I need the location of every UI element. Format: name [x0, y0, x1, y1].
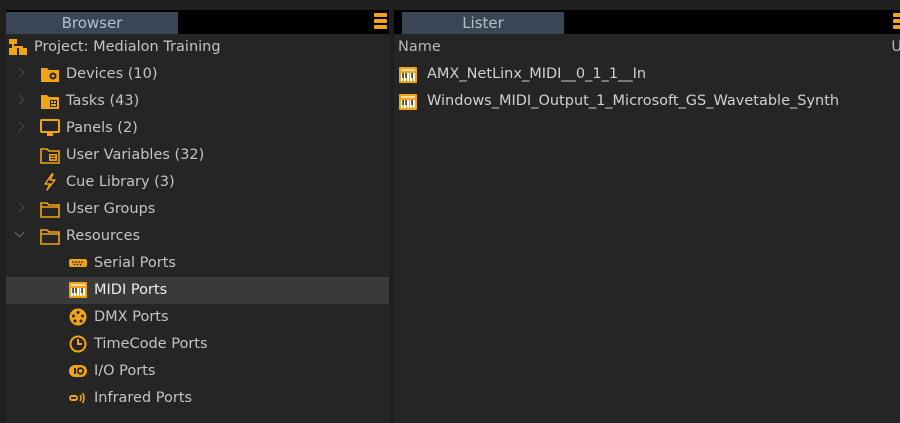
monitor-icon	[40, 119, 60, 137]
tree-item[interactable]: I/O Ports	[6, 358, 389, 385]
list-item-label: AMX_NetLinx_MIDI__0_1_1__In	[427, 66, 647, 82]
folder-icon	[40, 200, 60, 218]
tree-item-label: Tasks (43)	[66, 93, 140, 109]
list-item-label: Windows_MIDI_Output_1_Microsoft_GS_Wavet…	[427, 93, 840, 109]
tree-item[interactable]: TimeCode Ports	[6, 331, 389, 358]
chevron-right-icon[interactable]	[14, 67, 25, 78]
folder-icon	[40, 227, 60, 245]
list-item[interactable]: AMX_NetLinx_MIDI__0_1_1__In	[394, 61, 900, 88]
tree-item[interactable]: Resources	[6, 223, 389, 250]
variables-folder-icon	[40, 146, 60, 164]
lister-tab[interactable]: Lister	[402, 12, 564, 34]
browser-header: Browser	[6, 10, 389, 34]
column-header-name[interactable]: Name U	[394, 34, 900, 61]
browser-tab[interactable]: Browser	[6, 12, 178, 34]
tree-item[interactable]: Infrared Ports	[6, 385, 389, 412]
chevron-right-icon[interactable]	[14, 94, 25, 105]
tree-item[interactable]: DMX Ports	[6, 304, 389, 331]
tree-item[interactable]: User Groups	[6, 196, 389, 223]
tree-item-label: User Groups	[66, 201, 156, 217]
tree-item-label: Panels (2)	[66, 120, 138, 136]
midi-port-icon	[68, 281, 88, 299]
tree-item-label: Devices (10)	[66, 66, 158, 82]
column-name-label: Name	[398, 39, 441, 55]
tree-item-label: DMX Ports	[94, 309, 169, 325]
tree-item-label: Infrared Ports	[94, 390, 193, 406]
browser-panel: Browser Project: Medialon Training Device…	[6, 10, 389, 423]
tree-item[interactable]: Serial Ports	[6, 250, 389, 277]
tree-item[interactable]: Devices (10)	[6, 61, 389, 88]
tree-item-label: Serial Ports	[94, 255, 176, 271]
tree-item[interactable]: Tasks (43)	[6, 88, 389, 115]
chevron-right-icon[interactable]	[14, 121, 25, 132]
lightning-icon	[40, 173, 60, 191]
column-header-truncated[interactable]: U	[891, 34, 900, 61]
serial-port-icon	[68, 254, 88, 272]
tree-item-label: TimeCode Ports	[94, 336, 208, 352]
tree-item-label: Project: Medialon Training	[34, 39, 221, 55]
tree-item[interactable]: User Variables (32)	[6, 142, 389, 169]
tasks-folder-icon	[40, 92, 60, 110]
tree-item[interactable]: Cue Library (3)	[6, 169, 389, 196]
lister-list: AMX_NetLinx_MIDI__0_1_1__In Windows_MIDI_…	[394, 61, 900, 115]
devices-folder-icon	[40, 65, 60, 83]
hamburger-menu-icon[interactable]	[374, 13, 387, 31]
hamburger-menu-icon[interactable]	[893, 13, 900, 31]
tree-item-label: Resources	[66, 228, 141, 244]
lister-panel: Lister Name U AMX_NetLinx_MIDI__0_1_1__I…	[394, 10, 900, 423]
tree-item-label: User Variables (32)	[66, 147, 205, 163]
lister-header: Lister	[394, 10, 900, 34]
chevron-down-icon[interactable]	[14, 227, 25, 238]
dmx-port-icon	[68, 308, 88, 326]
tree-item-label: MIDI Ports	[94, 282, 168, 298]
chevron-right-icon[interactable]	[14, 202, 25, 213]
tree-item[interactable]: MIDI Ports	[6, 277, 389, 304]
tree-item-label: Cue Library (3)	[66, 174, 175, 190]
tree-item[interactable]: Panels (2)	[6, 115, 389, 142]
tree-item[interactable]: Project: Medialon Training	[6, 34, 389, 61]
io-port-icon	[68, 362, 88, 380]
project-icon	[8, 38, 28, 56]
midi-port-icon	[398, 93, 418, 111]
midi-port-icon	[398, 66, 418, 84]
list-item[interactable]: Windows_MIDI_Output_1_Microsoft_GS_Wavet…	[394, 88, 900, 115]
timecode-port-icon	[68, 335, 88, 353]
tree-item-label: I/O Ports	[94, 363, 156, 379]
infrared-port-icon	[68, 389, 88, 407]
